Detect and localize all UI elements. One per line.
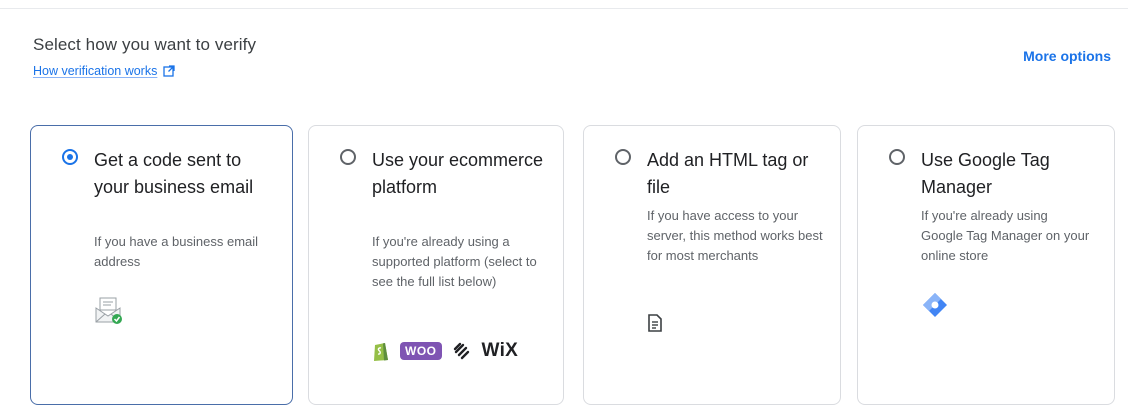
wix-logo: WiX	[481, 340, 519, 361]
option-card-business-email[interactable]: Get a code sent to your business email I…	[30, 125, 293, 405]
option-card-html-tag[interactable]: Add an HTML tag or file If you have acce…	[583, 125, 841, 405]
more-options-button[interactable]: More options	[1023, 48, 1111, 64]
option-description: If you have a business email address	[94, 234, 259, 269]
platform-logos: WOO WiX	[372, 340, 518, 362]
top-divider	[0, 8, 1128, 9]
radio-button-selected[interactable]	[62, 149, 78, 165]
radio-button[interactable]	[615, 149, 631, 165]
option-title: Get a code sent to your business email	[94, 150, 254, 197]
verification-options: Get a code sent to your business email I…	[30, 125, 1115, 405]
option-card-ecommerce-platform[interactable]: Use your ecommerce platform If you're al…	[308, 125, 564, 405]
radio-dot	[67, 154, 73, 160]
option-title: Use Google Tag Manager	[921, 150, 1050, 197]
shopify-icon	[374, 343, 388, 361]
option-title: Use your ecommerce platform	[372, 150, 544, 197]
option-description: If you have access to your server, this …	[647, 208, 823, 263]
google-tag-manager-icon	[923, 293, 947, 317]
how-verification-works-label: How verification works	[33, 64, 158, 78]
option-card-google-tag-manager[interactable]: Use Google Tag Manager If you're already…	[857, 125, 1115, 405]
woocommerce-logo: WOO	[400, 342, 442, 360]
email-envelope-icon	[95, 297, 122, 324]
option-description: If you're already using a supported plat…	[372, 234, 537, 289]
radio-button[interactable]	[340, 149, 356, 165]
radio-button[interactable]	[889, 149, 905, 165]
page-heading: Select how you want to verify	[33, 35, 257, 54]
squarespace-icon	[453, 342, 469, 360]
document-icon	[648, 314, 662, 332]
how-verification-works-link[interactable]: How verification works	[33, 64, 175, 78]
option-title: Add an HTML tag or file	[647, 150, 809, 197]
option-description: If you're already using Google Tag Manag…	[921, 208, 1090, 263]
external-link-icon	[163, 65, 175, 77]
